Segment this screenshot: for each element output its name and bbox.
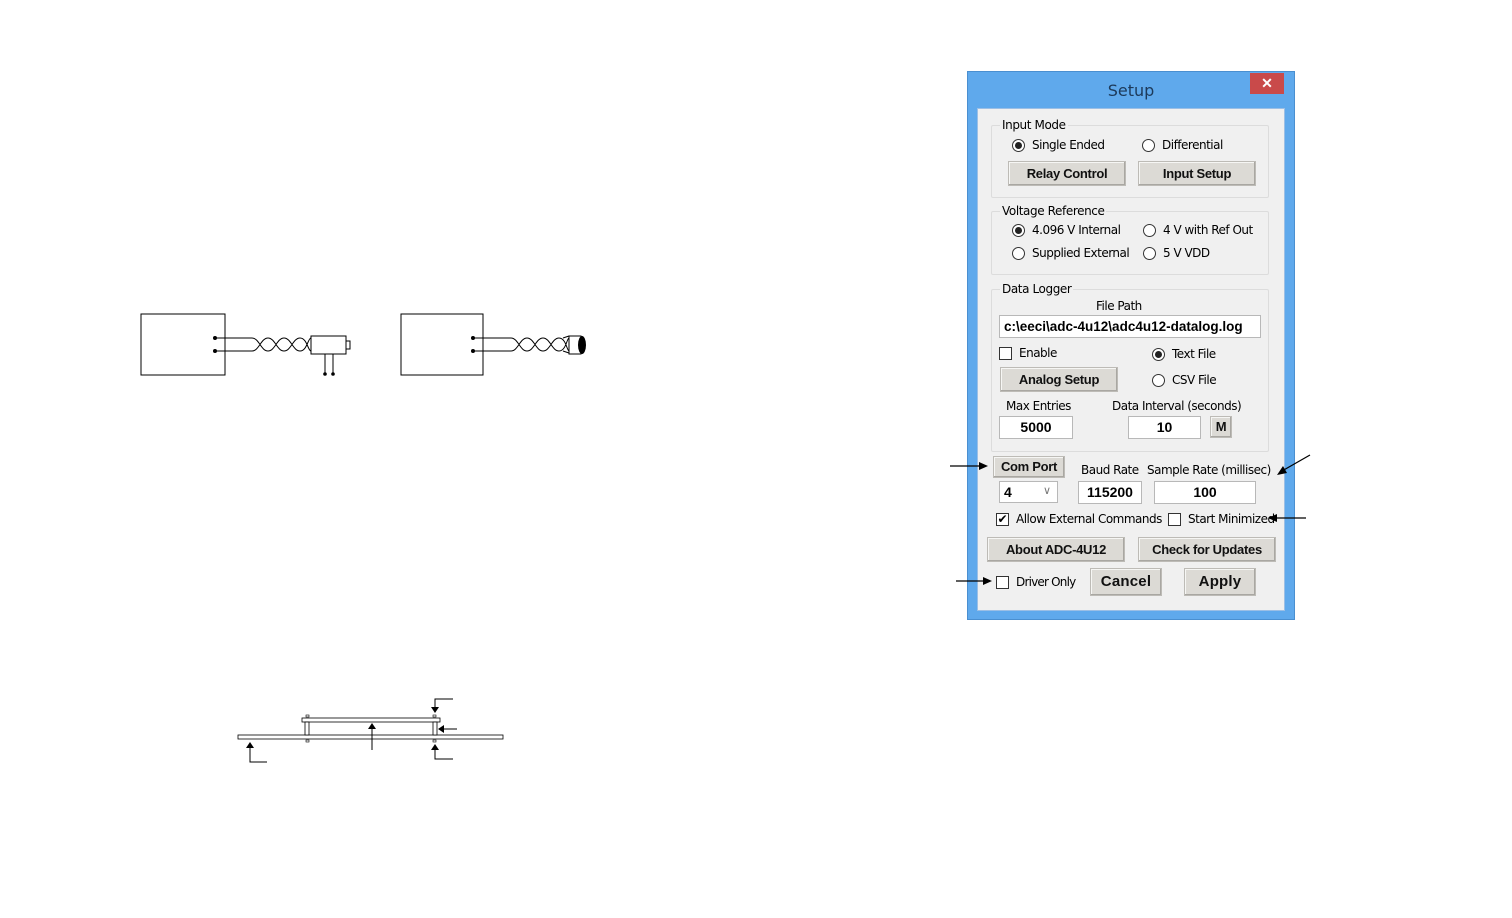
arrow-head-icon xyxy=(1277,466,1287,475)
enable-checkbox[interactable]: Enable xyxy=(999,346,1057,360)
twisted-pair xyxy=(510,337,570,352)
radio-4096-internal[interactable]: 4.096 V Internal xyxy=(1012,223,1121,237)
twisted-pair xyxy=(251,337,312,352)
callout-arrow xyxy=(434,698,453,708)
dialog-client-area: Input Mode Single Ended Differential Rel… xyxy=(977,108,1285,611)
arrow-head-icon xyxy=(979,462,988,470)
apply-button[interactable]: Apply xyxy=(1184,568,1256,596)
radio-indicator xyxy=(1012,246,1025,260)
callout-arrow xyxy=(249,747,267,763)
cancel-button[interactable]: Cancel xyxy=(1090,568,1162,596)
callout-arrow-com-port xyxy=(950,462,988,470)
sensor-tip xyxy=(578,336,586,354)
checkbox-indicator xyxy=(996,575,1009,589)
arrow-head-icon xyxy=(1268,514,1277,522)
enclosure-box xyxy=(140,313,226,376)
sample-rate-input[interactable]: 100 xyxy=(1154,481,1256,504)
radio-5v-vdd[interactable]: 5 V VDD xyxy=(1143,246,1210,260)
base-board xyxy=(237,734,504,740)
radio-single-ended[interactable]: Single Ended xyxy=(1012,138,1105,152)
file-path-input[interactable]: c:\eeci\adc-4u12\adc4u12-datalog.log xyxy=(999,315,1261,338)
m-button[interactable]: M xyxy=(1210,416,1232,438)
callout-arrow-start-minimized xyxy=(1268,514,1306,522)
radio-indicator xyxy=(1012,223,1025,237)
radio-indicator xyxy=(1142,138,1155,152)
checkbox-indicator: ✔ xyxy=(996,511,1009,526)
title-bar[interactable]: Setup ✕ xyxy=(968,72,1294,108)
standoff xyxy=(432,721,438,736)
wiring-diagram-sensor xyxy=(400,313,586,376)
checkbox-indicator xyxy=(999,346,1012,360)
max-entries-label: Max Entries xyxy=(1006,399,1071,413)
close-button[interactable]: ✕ xyxy=(1250,73,1284,94)
radio-text-file[interactable]: Text File xyxy=(1152,347,1216,361)
radio-supplied-external[interactable]: Supplied External xyxy=(1012,246,1130,260)
mounting-diagram xyxy=(237,698,504,763)
arrow-head-icon xyxy=(983,577,992,585)
com-port-select[interactable]: 4 ∨ xyxy=(999,481,1058,503)
com-port-button[interactable]: Com Port xyxy=(993,456,1065,478)
data-interval-label: Data Interval (seconds) xyxy=(1112,399,1242,413)
sample-rate-label: Sample Rate (millisec) xyxy=(1147,463,1271,477)
callout-arrow xyxy=(434,750,453,760)
driver-only-checkbox[interactable]: Driver Only xyxy=(996,575,1076,589)
file-path-label: File Path xyxy=(1096,299,1142,313)
checkbox-indicator xyxy=(1168,512,1181,526)
input-mode-label: Input Mode xyxy=(1000,118,1068,132)
callout-arrow-sample-rate xyxy=(1277,454,1311,475)
radio-differential[interactable]: Differential xyxy=(1142,138,1223,152)
baud-rate-input[interactable]: 115200 xyxy=(1078,481,1142,504)
check-updates-button[interactable]: Check for Updates xyxy=(1138,537,1276,562)
data-logger-label: Data Logger xyxy=(1000,282,1074,296)
wiring-diagram-connector xyxy=(140,313,351,376)
input-setup-button[interactable]: Input Setup xyxy=(1138,161,1256,186)
data-interval-input[interactable]: 10 xyxy=(1128,416,1201,439)
standoff xyxy=(304,721,310,736)
about-button[interactable]: About ADC-4U12 xyxy=(987,537,1125,562)
setup-dialog: Setup ✕ Input Mode Single Ended Differen… xyxy=(967,71,1295,620)
radio-indicator xyxy=(1012,138,1025,152)
allow-external-commands-checkbox[interactable]: ✔ Allow External Commands xyxy=(996,512,1162,526)
dialog-title: Setup xyxy=(1107,81,1155,100)
callout-arrow-driver-only xyxy=(956,577,992,585)
radio-4v-ref-out[interactable]: 4 V with Ref Out xyxy=(1143,223,1253,237)
radio-indicator xyxy=(1152,347,1165,361)
voltage-reference-label: Voltage Reference xyxy=(1000,204,1107,218)
enclosure-box xyxy=(400,313,484,376)
connector-body xyxy=(310,335,347,355)
max-entries-input[interactable]: 5000 xyxy=(999,416,1073,439)
top-board xyxy=(301,717,441,723)
analog-setup-button[interactable]: Analog Setup xyxy=(1000,367,1118,392)
relay-control-button[interactable]: Relay Control xyxy=(1008,161,1126,186)
close-icon: ✕ xyxy=(1261,75,1273,91)
radio-csv-file[interactable]: CSV File xyxy=(1152,373,1217,387)
voltage-reference-group: Voltage Reference xyxy=(991,204,1269,275)
radio-indicator xyxy=(1152,373,1165,387)
chevron-down-icon: ∨ xyxy=(1042,485,1051,497)
start-minimized-checkbox[interactable]: Start Minimized xyxy=(1168,512,1275,526)
radio-indicator xyxy=(1143,223,1156,237)
baud-rate-label: Baud Rate xyxy=(1081,463,1139,477)
radio-indicator xyxy=(1143,246,1156,260)
